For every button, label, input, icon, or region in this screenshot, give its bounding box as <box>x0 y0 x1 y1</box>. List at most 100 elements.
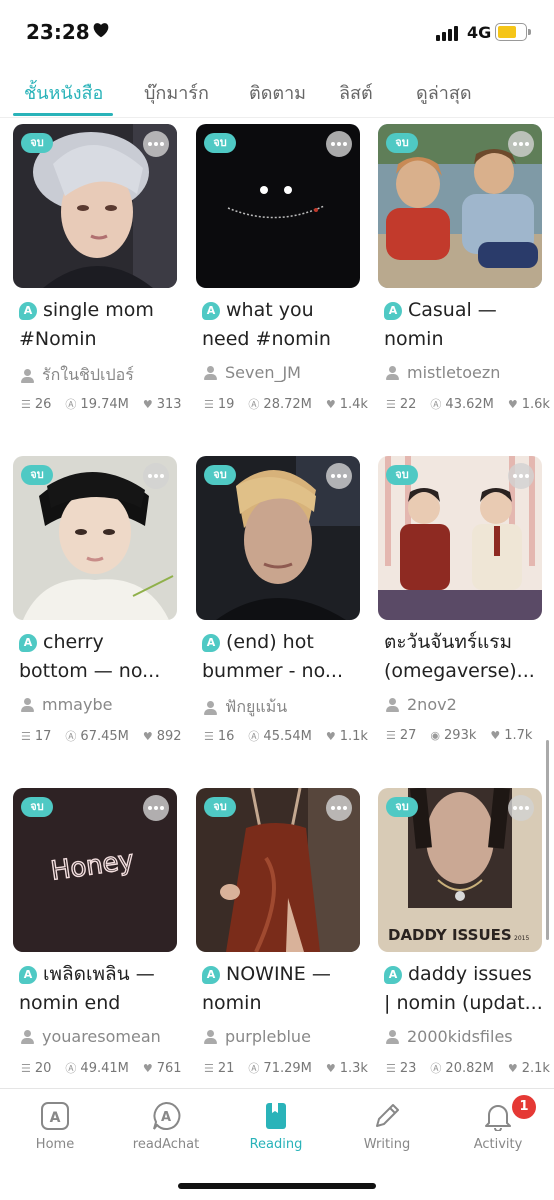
readawrite-icon: Ⓐ <box>65 1062 77 1075</box>
battery-icon <box>495 23 531 41</box>
scrollbar[interactable] <box>546 740 549 940</box>
book-cover[interactable]: จบ <box>13 456 177 620</box>
book-author[interactable]: youaresomean <box>21 1027 161 1046</box>
bell-icon <box>485 1105 511 1131</box>
book-cover[interactable]: จบ <box>196 456 360 620</box>
book-icon <box>266 1103 286 1129</box>
tab-bookmarks[interactable]: บุ๊กมาร์ก <box>144 78 209 107</box>
status-time: 23:28 <box>26 20 90 44</box>
pencil-icon <box>376 1104 399 1127</box>
heart-icon: ♥ <box>325 397 336 411</box>
readawrite-icon: Ⓐ <box>430 1062 442 1075</box>
list-icon: ☰ <box>386 729 396 742</box>
readawrite-icon: A <box>19 634 37 652</box>
svg-text:A: A <box>50 1110 61 1126</box>
book-author[interactable]: purpleblue <box>204 1027 311 1046</box>
book-author[interactable]: รักในชิปเปอร์ <box>21 363 134 388</box>
book-stats: ☰ 27 ◉ 293k ♥ 1.7k <box>386 728 533 743</box>
book-title[interactable]: A เพลิดเพลิน — nomin end <box>19 960 181 1018</box>
heart-icon: ♥ <box>325 1061 336 1075</box>
book-title[interactable]: Adaddy issues | nomin (updat... <box>384 960 546 1018</box>
book-title[interactable]: Acherry bottom — no... <box>19 628 181 686</box>
book-cover[interactable]: จบ <box>13 124 177 288</box>
completed-badge: จบ <box>21 465 53 485</box>
readawrite-icon: Ⓐ <box>65 730 77 743</box>
person-icon <box>386 365 399 380</box>
book-title[interactable]: A (end) hot bummer - no... <box>202 628 364 686</box>
tab-lists[interactable]: ลิสต์ <box>339 78 373 107</box>
more-options-icon[interactable] <box>143 463 169 489</box>
book-author[interactable]: mmaybe <box>21 695 112 714</box>
book-cover[interactable]: Honey จบ <box>13 788 177 952</box>
readawrite-icon: A <box>19 302 37 320</box>
cover-title-text: DADDY ISSUES <box>388 926 512 944</box>
book-title[interactable]: Awhat you need #nomin <box>202 296 364 354</box>
tab-bookshelf[interactable]: ชั้นหนังสือ <box>24 78 103 107</box>
nav-writing[interactable]: Writing <box>342 1099 432 1152</box>
nav-label: Activity <box>473 1137 523 1152</box>
nav-readachat[interactable]: A readAchat <box>121 1099 211 1152</box>
readawrite-icon: Ⓐ <box>248 1062 260 1075</box>
more-options-icon[interactable] <box>143 131 169 157</box>
book-title[interactable]: A NOWINE — nomin <box>202 960 364 1018</box>
book-author[interactable]: ฟักยูแม้น <box>204 695 287 720</box>
svg-text:A: A <box>161 1110 171 1125</box>
eye-icon: ◉ <box>430 729 441 742</box>
readawrite-icon: Ⓐ <box>248 398 260 411</box>
book-stats: ☰ 22 Ⓐ 43.62M ♥ 1.6k <box>386 396 550 412</box>
book-cover[interactable]: จบ <box>196 788 360 952</box>
home-a-icon: A <box>41 1102 69 1130</box>
top-tabs: ชั้นหนังสือ บุ๊กมาร์ก ติดตาม ลิสต์ ดูล่า… <box>0 66 554 118</box>
list-icon: ☰ <box>21 729 31 743</box>
nav-label: Reading <box>249 1137 303 1152</box>
book-author[interactable]: 2nov2 <box>386 695 457 714</box>
book-stats: ☰ 21 Ⓐ 71.29M ♥ 1.3k <box>204 1060 368 1076</box>
heart-icon: ♥ <box>142 397 153 411</box>
more-options-icon[interactable] <box>508 795 534 821</box>
completed-badge: จบ <box>386 133 418 153</box>
completed-badge: จบ <box>386 465 418 485</box>
list-icon: ☰ <box>386 397 396 411</box>
book-author[interactable]: mistletoezn <box>386 363 500 382</box>
more-options-icon[interactable] <box>508 463 534 489</box>
book-stats: ☰ 23 Ⓐ 20.82M ♥ 2.1k <box>386 1060 550 1076</box>
nav-label: Writing <box>363 1137 411 1152</box>
list-icon: ☰ <box>204 397 214 411</box>
nav-home[interactable]: A Home <box>10 1099 100 1152</box>
book-cover[interactable]: DADDY ISSUES 2015 จบ <box>378 788 542 952</box>
tab-recent[interactable]: ดูล่าสุด <box>416 78 472 107</box>
book-stats: ☰ 19 Ⓐ 28.72M ♥ 1.4k <box>204 396 368 412</box>
completed-badge: จบ <box>204 465 236 485</box>
heart-icon: ♥ <box>325 729 336 743</box>
completed-badge: จบ <box>204 133 236 153</box>
book-cover[interactable]: จบ <box>196 124 360 288</box>
tab-following[interactable]: ติดตาม <box>249 78 306 107</box>
more-options-icon[interactable] <box>508 131 534 157</box>
more-options-icon[interactable] <box>326 795 352 821</box>
heart-icon: ♥ <box>507 1061 518 1075</box>
network-label: 4G <box>467 23 492 42</box>
book-stats: ☰ 20 Ⓐ 49.41M ♥ 761 <box>21 1060 182 1076</box>
status-bar: 23:28 4G <box>0 0 554 66</box>
more-options-icon[interactable] <box>143 795 169 821</box>
list-icon: ☰ <box>204 729 214 743</box>
more-options-icon[interactable] <box>326 131 352 157</box>
heart-icon <box>93 23 109 38</box>
person-icon <box>204 700 217 715</box>
book-author[interactable]: Seven_JM <box>204 363 301 382</box>
more-options-icon[interactable] <box>326 463 352 489</box>
person-icon <box>386 697 399 712</box>
book-title[interactable]: Asingle mom #Nomin <box>19 296 181 354</box>
readawrite-icon: Ⓐ <box>65 398 77 411</box>
readawrite-icon: Ⓐ <box>248 730 260 743</box>
completed-badge: จบ <box>21 133 53 153</box>
book-cover[interactable]: จบ <box>378 456 542 620</box>
person-icon <box>21 697 34 712</box>
nav-reading[interactable]: Reading <box>231 1099 321 1152</box>
book-title[interactable]: ตะวันจันทร์แรม (omegaverse)... <box>384 628 546 686</box>
book-cover[interactable]: จบ <box>378 124 542 288</box>
book-author[interactable]: 2000kidsfiles <box>386 1027 513 1046</box>
book-title[interactable]: A Casual — nomin <box>384 296 546 354</box>
nav-label: readAchat <box>132 1137 200 1152</box>
readawrite-icon: A <box>19 966 37 984</box>
